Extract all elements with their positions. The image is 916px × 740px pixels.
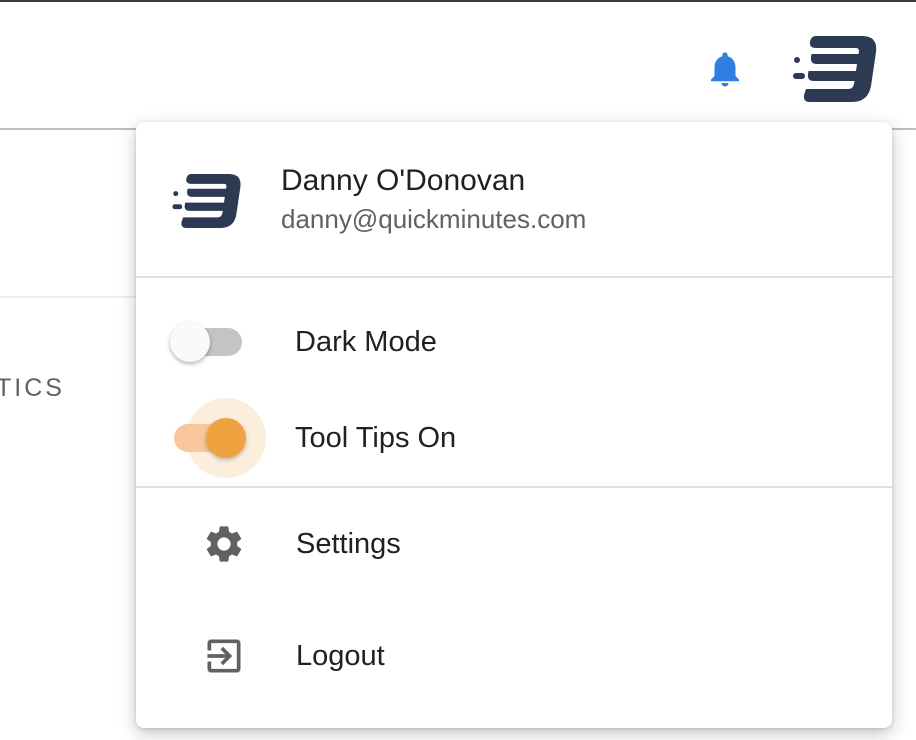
tool-tips-label: Tool Tips On — [295, 422, 457, 454]
menu-divider — [136, 276, 892, 278]
user-avatar-logo-icon — [172, 174, 241, 228]
switch-thumb[interactable] — [206, 418, 246, 458]
account-menu: Danny O'Donovan danny@quickminutes.com D… — [136, 122, 892, 728]
logout-icon — [207, 639, 241, 673]
app-bar — [0, 2, 916, 130]
user-name: Danny O'Donovan — [281, 164, 526, 197]
tool-tips-toggle-row[interactable]: Tool Tips On — [136, 398, 892, 478]
bell-icon[interactable] — [704, 46, 746, 92]
settings-menu-item[interactable]: Settings — [136, 492, 892, 600]
tool-tips-switch[interactable] — [170, 398, 266, 478]
dark-mode-switch[interactable] — [170, 322, 246, 362]
dark-mode-label: Dark Mode — [295, 326, 437, 358]
user-profile: Danny O'Donovan danny@quickminutes.com — [136, 122, 892, 276]
logout-label: Logout — [296, 640, 385, 672]
user-email: danny@quickminutes.com — [281, 204, 587, 234]
dark-mode-toggle-row[interactable]: Dark Mode — [136, 302, 892, 382]
background-section-label: TICS — [0, 374, 65, 402]
switch-thumb[interactable] — [170, 322, 210, 362]
background-divider — [0, 296, 140, 298]
menu-divider — [136, 486, 892, 488]
brand-logo-icon[interactable] — [790, 34, 878, 104]
logout-menu-item[interactable]: Logout — [136, 604, 892, 712]
settings-label: Settings — [296, 528, 401, 560]
gear-icon — [206, 526, 242, 562]
